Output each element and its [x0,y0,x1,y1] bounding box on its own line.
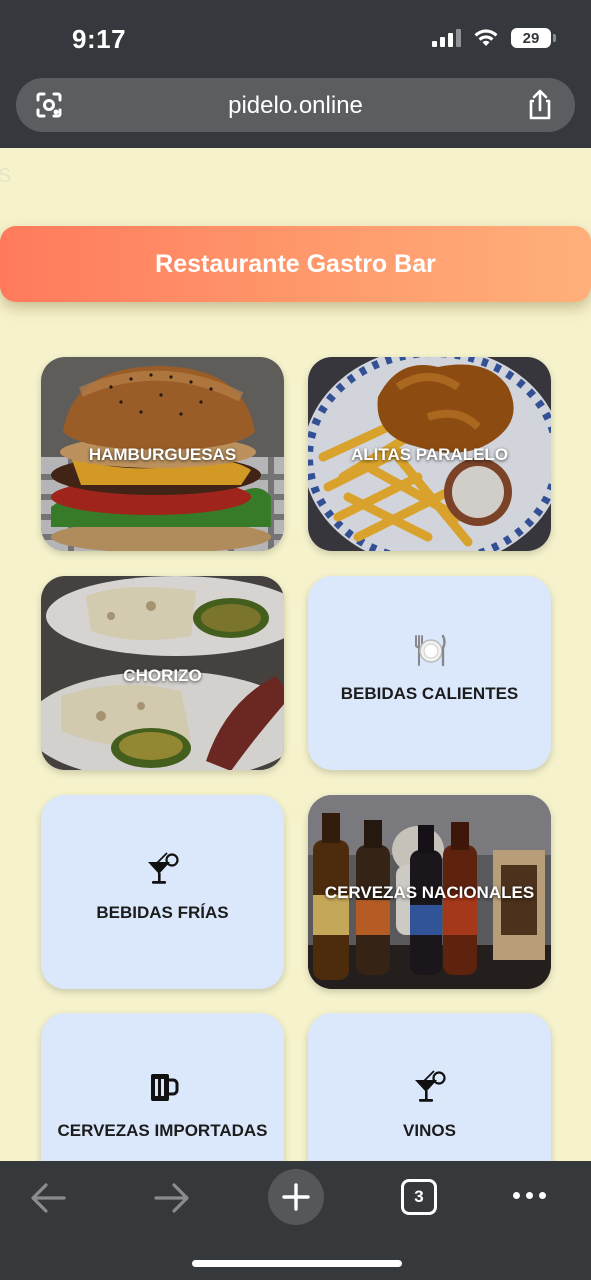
stray-text: S [0,165,12,187]
back-arrow-icon[interactable] [28,1181,68,1215]
battery-indicator: 29 [511,28,556,48]
category-card-cervezas-nacionales[interactable]: CERVEZAS NACIONALES [308,795,551,989]
category-label: HAMBURGUESAS [88,445,237,464]
category-card-chorizo[interactable]: CHORIZO [41,576,284,770]
cellular-signal-icon [432,29,461,47]
forward-arrow-icon[interactable] [152,1181,192,1215]
new-tab-button[interactable] [268,1169,324,1225]
beer-mug-icon [150,1074,178,1101]
category-card-bebidas-frias[interactable]: BEBIDAS FRÍAS [41,795,284,989]
more-options-icon[interactable] [513,1192,546,1199]
category-label: BEBIDAS CALIENTES [340,684,519,703]
cocktail-icon [414,1070,446,1102]
category-label: CHORIZO [123,666,202,685]
category-label: VINOS [403,1121,456,1140]
browser-top-chrome: 9:17 29 pidelo.online [0,0,591,148]
plus-icon [282,1183,310,1211]
tab-switcher-button[interactable]: 3 [401,1179,437,1215]
cocktail-icon [147,852,179,884]
category-label: ALITAS PARALELO [350,445,509,464]
category-label: BEBIDAS FRÍAS [96,903,229,922]
url-text[interactable]: pidelo.online [16,92,575,120]
restaurant-banner: Restaurante Gastro Bar [0,226,591,302]
category-card-alitas-paralelo[interactable]: ALITAS PARALELO [308,357,551,551]
category-label: CERVEZAS IMPORTADAS [57,1121,268,1140]
home-indicator [192,1260,402,1267]
plate-cutlery-icon [414,634,446,667]
browser-bottom-toolbar: 3 [0,1161,591,1280]
share-icon[interactable] [525,88,555,122]
category-card-bebidas-calientes[interactable]: BEBIDAS CALIENTES [308,576,551,770]
url-bar[interactable]: pidelo.online [16,78,575,132]
restaurant-title: Restaurante Gastro Bar [155,249,436,278]
category-label: CERVEZAS NACIONALES [324,883,535,902]
status-time: 9:17 [72,24,127,54]
wifi-icon [474,29,498,46]
status-icons: 29 [432,28,556,48]
category-card-hamburguesas[interactable]: HAMBURGUESAS [41,357,284,551]
